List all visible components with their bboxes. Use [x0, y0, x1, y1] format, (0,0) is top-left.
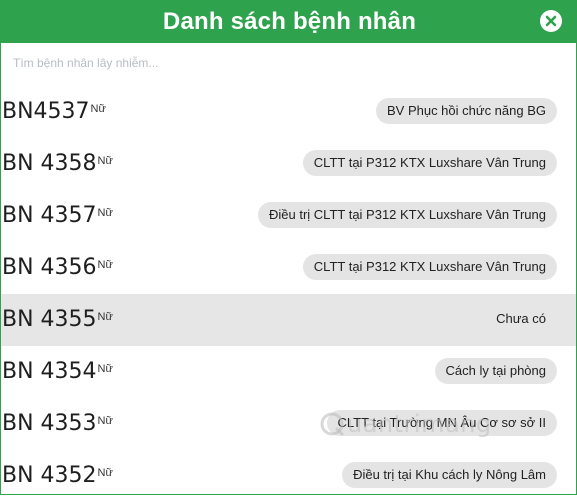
patient-id: BN 4357 [2, 203, 97, 228]
patient-sex: Nữ [97, 207, 113, 219]
patient-row[interactable]: BN 4358 Nữ CLTT tại P312 KTX Luxshare Vân … [1, 138, 576, 190]
location-badge: BV Phục hồi chức năng BG [375, 98, 557, 124]
patient-sex: Nữ [97, 415, 113, 427]
patient-id: BN 4352 [2, 463, 97, 488]
patient-row[interactable]: BN 4353 Nữ CLTT tại Trường MN Âu Cơ sơ sở … [1, 398, 576, 450]
patient-id: BN4537 [2, 99, 90, 124]
header-bar: Danh sách bệnh nhân [1, 0, 576, 43]
search-input[interactable] [1, 43, 576, 83]
patient-sex: Nữ [97, 311, 113, 323]
search-bar [1, 43, 576, 83]
patient-row[interactable]: BN 4352 Nữ Điều trị tại Khu cách ly Nông L… [1, 450, 576, 494]
location-badge: CLTT tại P312 KTX Luxshare Vân Trung [302, 150, 557, 176]
patient-sex: Nữ [97, 259, 113, 271]
location-badge: CLTT tại Trường MN Âu Cơ sơ sở II [326, 410, 557, 436]
patient-list-panel: Danh sách bệnh nhân BN4537NữBV Phục hồi … [0, 0, 577, 495]
patient-id: BN 4354 [2, 359, 97, 384]
patient-row[interactable]: BN 4356 Nữ CLTT tại P312 KTX Luxshare Vân … [1, 242, 576, 294]
patient-id: BN 4353 [2, 411, 97, 436]
patient-row[interactable]: BN4537 Nữ BV Phục hồi chức năng BG [1, 86, 576, 138]
page-title: Danh sách bệnh nhân [162, 7, 417, 35]
location-badge: Cách ly tại phòng [434, 358, 557, 384]
patient-sex: Nữ [97, 363, 113, 375]
patient-sex: Nữ [97, 467, 113, 479]
close-button[interactable] [540, 10, 562, 32]
patient-sex: Nữ [97, 155, 113, 167]
patient-row[interactable]: BN 4354 Nữ Cách ly tại phòng [1, 346, 576, 398]
patient-id: BN 4358 [2, 151, 97, 176]
patient-sex: Nữ [90, 103, 106, 115]
location-badge: Chưa có [496, 311, 546, 326]
location-badge: Điều trị CLTT tại P312 KTX Luxshare Vân … [258, 202, 557, 228]
patient-id: BN 4355 [2, 307, 97, 332]
location-badge: Điều trị tại Khu cách ly Nông Lâm [342, 462, 557, 488]
patient-row[interactable]: BN 4355 Nữ Chưa có [1, 294, 576, 346]
patient-list: BN4537 Nữ BV Phục hồi chức năng BG BN 4358 N… [1, 86, 576, 494]
patient-row[interactable]: BN 4357 Nữ Điều trị CLTT tại P312 KTX Luxs… [1, 190, 576, 242]
location-badge: CLTT tại P312 KTX Luxshare Vân Trung [302, 254, 557, 280]
close-icon [545, 15, 557, 27]
patient-id: BN 4356 [2, 255, 97, 280]
